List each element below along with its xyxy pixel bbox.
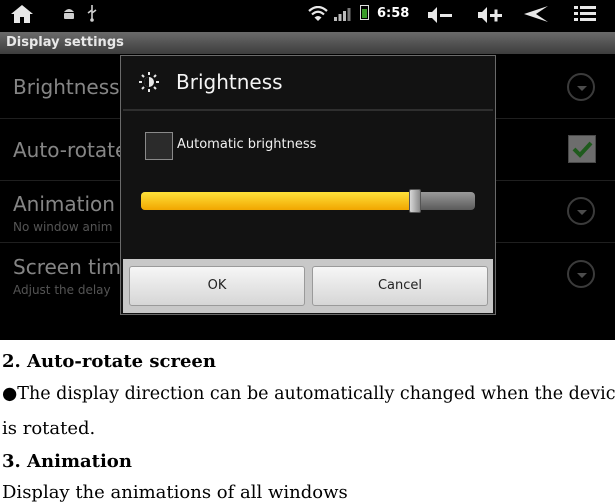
usb-icon bbox=[87, 5, 97, 22]
status-bar: 6:58 bbox=[0, 0, 615, 30]
section-heading-auto-rotate: 2. Auto-rotate screen bbox=[2, 351, 216, 372]
device-screenshot: 6:58 Display settings Brightness Auto-ro… bbox=[0, 0, 615, 340]
status-clock: 6:58 bbox=[377, 6, 410, 21]
animation-description: Display the animations of all windows bbox=[2, 482, 348, 503]
brightness-icon bbox=[139, 72, 159, 92]
automatic-brightness-label: Automatic brightness bbox=[177, 137, 317, 152]
wifi-icon bbox=[308, 6, 328, 21]
signal-icon bbox=[334, 8, 351, 21]
android-debug-icon bbox=[64, 9, 74, 19]
dialog-title: Brightness bbox=[176, 70, 283, 94]
volume-up-icon[interactable] bbox=[476, 5, 504, 25]
screen-title-bar: Display settings bbox=[0, 32, 615, 54]
cancel-button[interactable]: Cancel bbox=[312, 266, 488, 306]
ok-button[interactable]: OK bbox=[129, 266, 305, 306]
slider-thumb[interactable] bbox=[409, 189, 421, 213]
brightness-slider[interactable] bbox=[141, 189, 475, 213]
volume-down-icon[interactable] bbox=[426, 5, 454, 25]
screen-title: Display settings bbox=[6, 35, 124, 50]
brightness-dialog: Brightness Automatic brightness OK Cance… bbox=[120, 55, 496, 315]
slider-fill bbox=[141, 192, 415, 210]
battery-icon bbox=[360, 5, 369, 20]
section-heading-animation: 3. Animation bbox=[2, 451, 132, 472]
auto-rotate-description-line1: ●The display direction can be automatica… bbox=[2, 384, 615, 404]
automatic-brightness-checkbox[interactable] bbox=[145, 132, 173, 160]
home-icon[interactable] bbox=[10, 4, 34, 24]
dialog-divider bbox=[123, 109, 493, 111]
back-icon[interactable] bbox=[522, 4, 550, 24]
menu-icon[interactable] bbox=[572, 4, 598, 26]
dialog-button-bar: OK Cancel bbox=[123, 259, 493, 313]
dialog-header: Brightness bbox=[121, 56, 495, 108]
auto-rotate-description-line2: is rotated. bbox=[2, 418, 96, 439]
